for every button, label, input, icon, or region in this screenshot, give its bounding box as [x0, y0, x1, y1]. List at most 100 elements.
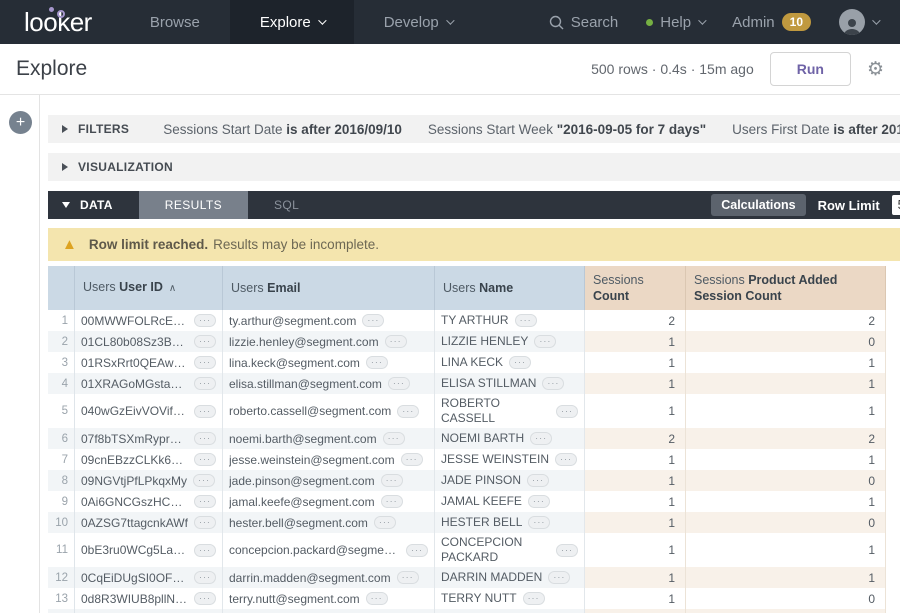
- cell-name[interactable]: ROBERTO CASSELL ···: [435, 394, 585, 428]
- cell-email[interactable]: roberto.cassell@segment.com ···: [223, 394, 435, 428]
- cell-menu-icon[interactable]: ···: [523, 592, 545, 605]
- cell-name[interactable]: JAMAL KEEFE ···: [435, 491, 585, 512]
- cell-menu-icon[interactable]: ···: [556, 544, 578, 557]
- cell-menu-icon[interactable]: ···: [194, 516, 216, 529]
- help-menu[interactable]: Help: [646, 14, 704, 31]
- cell-sessions-count[interactable]: 1: [585, 567, 686, 588]
- cell-email[interactable]: darrin.madden@segment.com ···: [223, 567, 435, 588]
- cell-user-id[interactable]: 01XRAGoMGstabzol ···: [75, 373, 223, 394]
- column-header-email[interactable]: Users Email: [223, 266, 435, 310]
- cell-name[interactable]: JESSE WEINSTEIN ···: [435, 449, 585, 470]
- cell-product-added-count[interactable]: 0: [686, 470, 886, 491]
- cell-sessions-count[interactable]: 2: [585, 428, 686, 449]
- cell-sessions-count[interactable]: 1: [585, 373, 686, 394]
- search-button[interactable]: Search: [549, 14, 619, 31]
- cell-menu-icon[interactable]: ···: [527, 474, 549, 487]
- cell-menu-icon[interactable]: ···: [194, 405, 216, 418]
- cell-user-id[interactable]: 01CL80b08Sz3Bzh1 ···: [75, 331, 223, 352]
- tab-sql[interactable]: SQL: [248, 191, 325, 219]
- cell-email[interactable]: hester.bell@segment.com ···: [223, 512, 435, 533]
- filters-panel[interactable]: FILTERS Sessions Start Date is after 201…: [48, 115, 900, 143]
- cell-menu-icon[interactable]: ···: [383, 432, 405, 445]
- nav-item-browse[interactable]: Browse: [120, 0, 230, 44]
- cell-menu-icon[interactable]: ···: [406, 544, 428, 557]
- cell-menu-icon[interactable]: ···: [381, 495, 403, 508]
- looker-logo[interactable]: looker: [0, 0, 120, 44]
- cell-menu-icon[interactable]: ···: [381, 474, 403, 487]
- cell-sessions-count[interactable]: 1: [585, 470, 686, 491]
- cell-menu-icon[interactable]: ···: [528, 516, 550, 529]
- cell-email[interactable]: lina.keck@segment.com ···: [223, 352, 435, 373]
- cell-menu-icon[interactable]: ···: [362, 314, 384, 327]
- cell-email[interactable]: terry.nutt@segment.com ···: [223, 588, 435, 609]
- cell-name[interactable]: ELISA STILLMAN ···: [435, 373, 585, 394]
- cell-name[interactable]: NOEMI BARTH ···: [435, 428, 585, 449]
- cell-sessions-count[interactable]: 1: [585, 352, 686, 373]
- cell-menu-icon[interactable]: ···: [515, 314, 537, 327]
- cell-menu-icon[interactable]: ···: [194, 377, 216, 390]
- column-header-product-added[interactable]: Sessions Product Added Session Count: [686, 266, 886, 310]
- cell-menu-icon[interactable]: ···: [366, 592, 388, 605]
- cell-menu-icon[interactable]: ···: [194, 571, 216, 584]
- cell-product-added-count[interactable]: 1: [686, 533, 886, 567]
- nav-item-explore[interactable]: Explore: [230, 0, 354, 44]
- cell-product-added-count[interactable]: 2: [686, 428, 886, 449]
- cell-menu-icon[interactable]: ···: [194, 453, 216, 466]
- calculations-button[interactable]: Calculations: [711, 194, 805, 216]
- filter-item[interactable]: Users First Date is after 2016/09/10: [732, 122, 900, 137]
- cell-product-added-count[interactable]: 1: [686, 567, 886, 588]
- cell-product-added-count[interactable]: 0: [686, 512, 886, 533]
- cell-menu-icon[interactable]: ···: [509, 356, 531, 369]
- cell-user-id[interactable]: 09cnEBzzCLKk6FbC ···: [75, 449, 223, 470]
- cell-email[interactable]: jade.pinson@segment.com ···: [223, 470, 435, 491]
- cell-menu-icon[interactable]: ···: [401, 453, 423, 466]
- cell-menu-icon[interactable]: ···: [194, 335, 216, 348]
- cell-menu-icon[interactable]: ···: [374, 516, 396, 529]
- cell-email[interactable]: elisa.stillman@segment.com ···: [223, 373, 435, 394]
- cell-name[interactable]: CONCEPCION PACKARD ···: [435, 533, 585, 567]
- cell-product-added-count[interactable]: 0: [686, 588, 886, 609]
- cell-product-added-count[interactable]: 2: [686, 310, 886, 331]
- gear-icon[interactable]: ⚙: [867, 60, 884, 79]
- cell-name[interactable]: LIZZIE HENLEY ···: [435, 331, 585, 352]
- nav-item-develop[interactable]: Develop: [354, 0, 482, 44]
- cell-menu-icon[interactable]: ···: [194, 356, 216, 369]
- cell-menu-icon[interactable]: ···: [385, 335, 407, 348]
- cell-menu-icon[interactable]: ···: [194, 544, 216, 557]
- cell-product-added-count[interactable]: 0: [686, 331, 886, 352]
- cell-menu-icon[interactable]: ···: [388, 377, 410, 390]
- cell-user-id[interactable]: 07f8bTSXmRyprb1R ···: [75, 428, 223, 449]
- cell-menu-icon[interactable]: ···: [194, 314, 216, 327]
- cell-email[interactable]: lizzie.henley@segment.com ···: [223, 331, 435, 352]
- cell-product-added-count[interactable]: 1: [686, 449, 886, 470]
- cell-menu-icon[interactable]: ···: [397, 571, 419, 584]
- cell-user-id[interactable]: 0Ai6GNCGszHC4qlF ···: [75, 491, 223, 512]
- cell-menu-icon[interactable]: ···: [534, 335, 556, 348]
- column-header-name[interactable]: Users Name: [435, 266, 585, 310]
- cell-user-id[interactable]: 0AZSG7ttagcnkAWf ···: [75, 512, 223, 533]
- cell-product-added-count[interactable]: 1: [686, 491, 886, 512]
- cell-menu-icon[interactable]: ···: [366, 356, 388, 369]
- row-limit-input[interactable]: [892, 195, 900, 215]
- cell-name[interactable]: DARRIN MADDEN ···: [435, 567, 585, 588]
- cell-sessions-count[interactable]: 1: [585, 331, 686, 352]
- cell-name[interactable]: HESTER BELL ···: [435, 512, 585, 533]
- data-label[interactable]: DATA: [80, 198, 113, 212]
- cell-sessions-count[interactable]: 1: [585, 512, 686, 533]
- cell-sessions-count[interactable]: 1: [585, 394, 686, 428]
- cell-name[interactable]: TY ARTHUR ···: [435, 310, 585, 331]
- add-field-button[interactable]: +: [9, 111, 32, 134]
- run-button[interactable]: Run: [770, 52, 851, 86]
- cell-menu-icon[interactable]: ···: [397, 405, 419, 418]
- cell-user-id[interactable]: 0bE3ru0WCg5LauWM ···: [75, 533, 223, 567]
- cell-user-id[interactable]: 00MWWFOLRcETcTCf ···: [75, 310, 223, 331]
- cell-email[interactable]: concepcion.packard@segment.com ···: [223, 533, 435, 567]
- cell-product-added-count[interactable]: 1: [686, 352, 886, 373]
- admin-menu[interactable]: Admin 10: [732, 13, 811, 31]
- cell-user-id[interactable]: 040wGzEivVOVifm6 ···: [75, 394, 223, 428]
- cell-sessions-count[interactable]: 1: [585, 588, 686, 609]
- cell-name[interactable]: LINA KECK ···: [435, 352, 585, 373]
- visualization-panel[interactable]: VISUALIZATION: [48, 153, 900, 181]
- cell-email[interactable]: ty.arthur@segment.com ···: [223, 310, 435, 331]
- tab-results[interactable]: RESULTS: [139, 191, 248, 219]
